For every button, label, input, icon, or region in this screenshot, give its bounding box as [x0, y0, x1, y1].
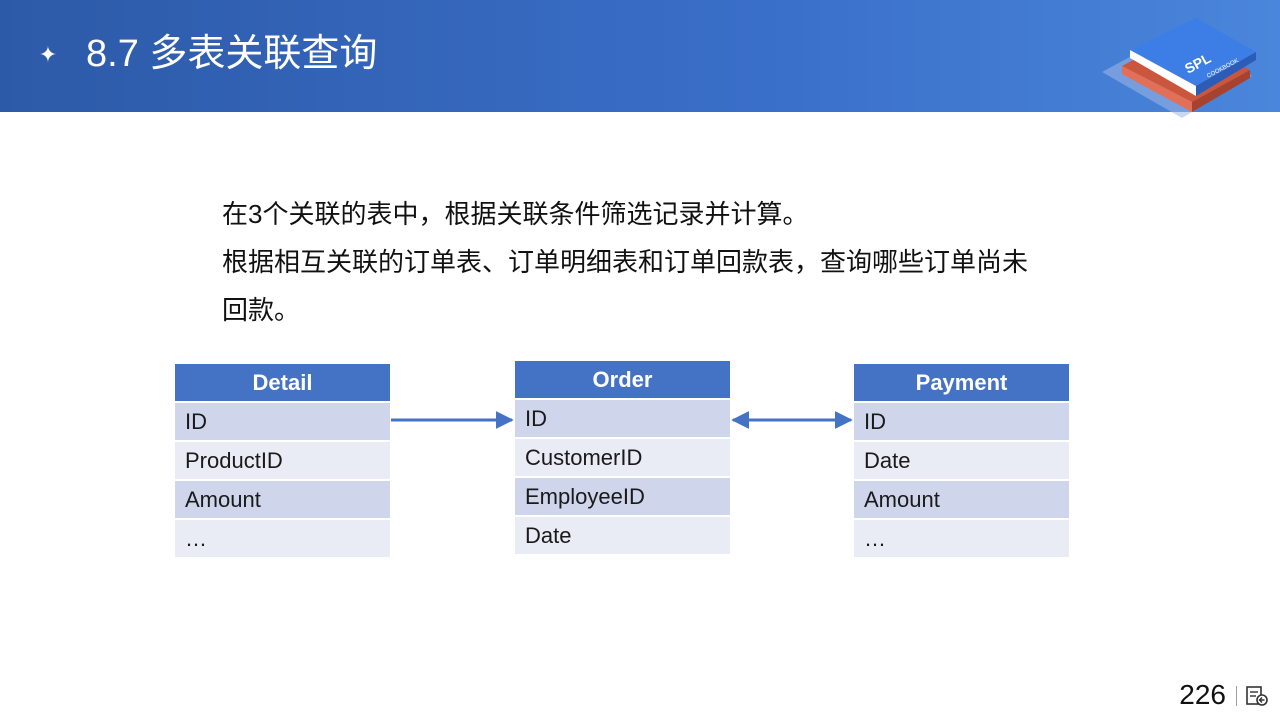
- page-title: 8.7 多表关联查询: [86, 33, 378, 75]
- table-order-field: ID: [515, 400, 730, 437]
- table-order-field: CustomerID: [515, 439, 730, 476]
- star-icon: ✦: [38, 42, 58, 67]
- table-payment-field: Date: [854, 442, 1069, 479]
- table-payment: Payment ID Date Amount …: [854, 364, 1069, 559]
- page-number: 226: [1179, 679, 1226, 710]
- table-payment-field: Amount: [854, 481, 1069, 518]
- table-detail-field: Amount: [175, 481, 390, 518]
- table-detail-field: ProductID: [175, 442, 390, 479]
- description: 在3个关联的表中，根据关联条件筛选记录并计算。 根据相互关联的订单表、订单明细表…: [222, 190, 1042, 334]
- table-order-field: EmployeeID: [515, 478, 730, 515]
- spl-cookbook-logo: SPL COOKBOOK: [1102, 18, 1256, 118]
- table-detail-header: Detail: [175, 364, 390, 401]
- page-number-divider: [1236, 686, 1237, 706]
- description-line1: 在3个关联的表中，根据关联条件筛选记录并计算。: [222, 199, 809, 229]
- table-order-header: Order: [515, 361, 730, 398]
- table-detail-field: …: [175, 520, 390, 557]
- table-detail-field: ID: [175, 403, 390, 440]
- table-payment-field: ID: [854, 403, 1069, 440]
- slide-return-icon[interactable]: [1245, 685, 1269, 707]
- header-bar: ✦ 8.7 多表关联查询 SPL COOKBOOK: [0, 0, 1280, 118]
- table-order: Order ID CustomerID EmployeeID Date: [515, 361, 730, 556]
- table-order-field: Date: [515, 517, 730, 554]
- table-payment-header: Payment: [854, 364, 1069, 401]
- table-detail: Detail ID ProductID Amount …: [175, 364, 390, 559]
- table-payment-field: …: [854, 520, 1069, 557]
- description-line2: 根据相互关联的订单表、订单明细表和订单回款表，查询哪些订单尚未回款。: [222, 247, 1029, 325]
